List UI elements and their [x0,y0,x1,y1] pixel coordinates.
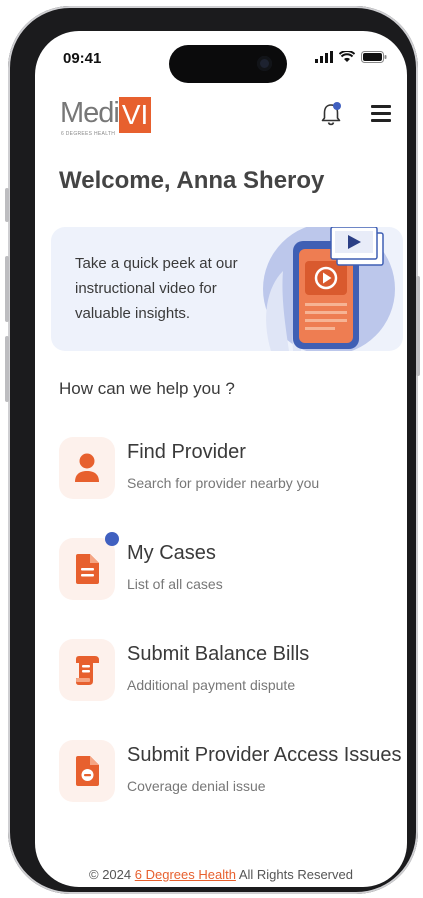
notification-dot [105,532,119,546]
hamburger-menu-icon[interactable] [371,105,391,123]
menu-item-submit-provider-access-issues[interactable]: Submit Provider Access Issues Coverage d… [57,738,402,804]
dynamic-island [169,45,287,83]
menu-item-title: Submit Provider Access Issues [127,744,402,766]
wifi-icon [339,51,355,62]
logo-text: Medi [60,97,120,129]
menu-item-subtitle: Coverage denial issue [127,778,266,794]
footer-suffix: All Rights Reserved [235,867,353,882]
menu-item-find-provider[interactable]: Find Provider Search for provider nearby… [57,435,397,501]
logo-tagline: 6 DEGREES HEALTH [61,131,116,137]
menu-item-title: Find Provider [127,441,246,463]
footer-company-link[interactable]: 6 Degrees Health [135,867,236,882]
status-icons [315,51,387,63]
menu-item-submit-balance-bills[interactable]: Submit Balance Bills Additional payment … [57,637,397,703]
balance-bills-icon-tile [59,639,115,701]
camera-icon [257,56,272,71]
battery-icon [361,51,387,63]
notification-bell-icon[interactable] [319,101,343,127]
my-cases-icon-tile [59,538,115,600]
video-illustration-icon [263,227,395,351]
phone-frame: 09:41 Medi VI 6 DEGREES HEALTH Welcome, … [5,6,420,894]
menu-item-title: My Cases [127,542,216,564]
status-time: 09:41 [63,50,102,67]
signal-icon [315,51,333,63]
person-icon [75,453,99,482]
volume-down-button [5,336,9,402]
menu-item-my-cases[interactable]: My Cases List of all cases [57,532,397,602]
logo-accent: VI [118,97,152,133]
app-header: Medi VI 6 DEGREES HEALTH [35,97,407,145]
welcome-heading: Welcome, Anna Sheroy [59,167,325,194]
find-provider-icon-tile [59,437,115,499]
action-button [5,188,9,222]
app-logo[interactable]: Medi VI 6 DEGREES HEALTH [60,97,152,137]
menu-item-subtitle: Search for provider nearby you [127,475,320,491]
volume-up-button [5,256,9,322]
footer-copyright: © 2024 6 Degrees Health All Rights Reser… [35,867,407,882]
footer-prefix: © 2024 [89,867,135,882]
status-bar: 09:41 [35,31,407,87]
access-issues-icon-tile [59,740,115,802]
menu-item-subtitle: Additional payment dispute [127,677,296,693]
document-icon [76,554,99,584]
app-screen: 09:41 Medi VI 6 DEGREES HEALTH Welcome, … [35,31,407,887]
instructional-video-banner[interactable]: Take a quick peek at our instructional v… [51,227,403,351]
help-heading: How can we help you ? [59,379,235,398]
side-button [416,276,420,376]
menu-item-subtitle: List of all cases [127,576,223,592]
document-block-icon [76,756,99,786]
receipt-icon [76,656,99,685]
menu-item-title: Submit Balance Bills [127,643,310,665]
